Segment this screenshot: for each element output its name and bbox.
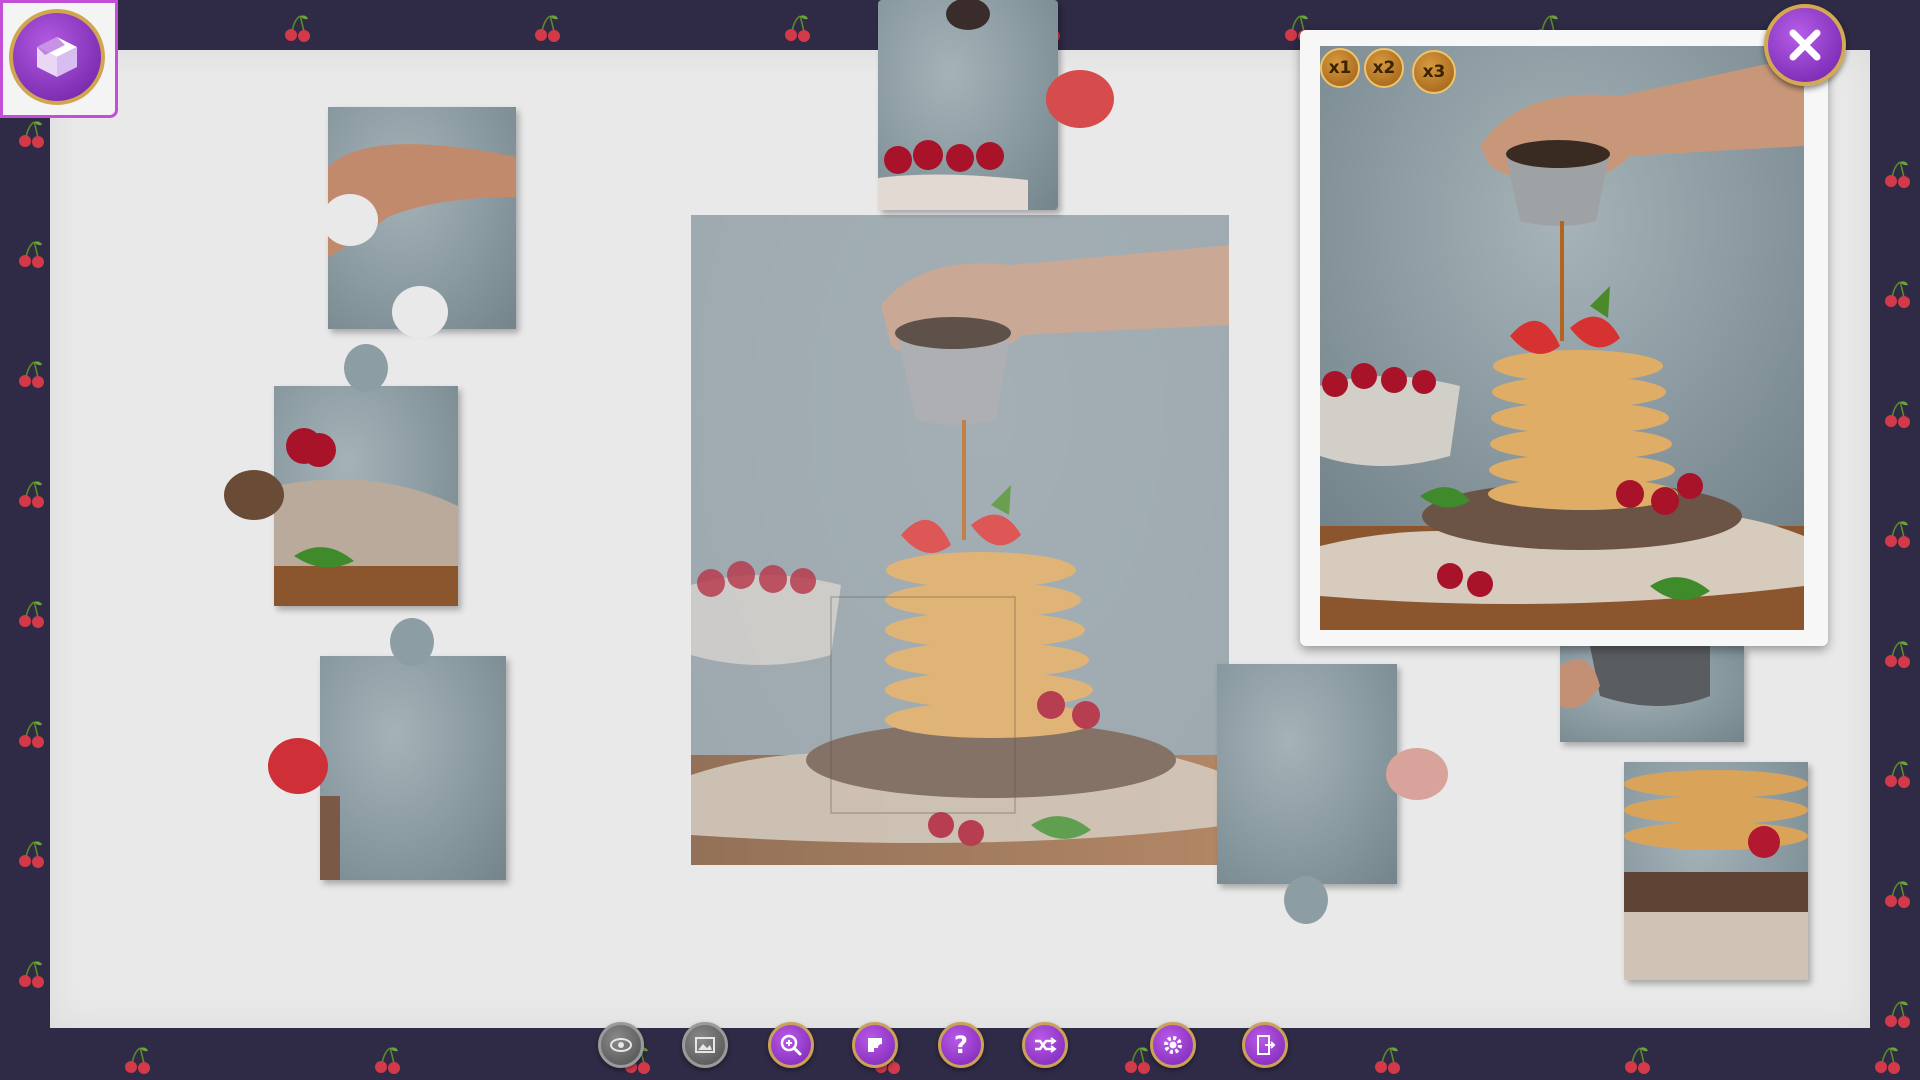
pieces-box-panel: [0, 0, 118, 118]
cherry-icon: [785, 15, 810, 42]
cherry-icon: [19, 601, 44, 628]
puzzle-piece[interactable]: [878, 0, 1058, 210]
eye-icon: [610, 1038, 632, 1052]
piece-image: [274, 428, 458, 606]
cherry-icon: [19, 481, 44, 508]
exit-button[interactable]: [1242, 1022, 1288, 1068]
cherry-icon: [1885, 641, 1910, 668]
assembled-puzzle[interactable]: [691, 215, 1229, 865]
cherry-icon: [1885, 401, 1910, 428]
cherry-icon: [1885, 521, 1910, 548]
pancake-preview-image: [1320, 46, 1804, 630]
cherry-icon: [1125, 1047, 1150, 1074]
settings-button[interactable]: [1150, 1022, 1196, 1068]
multiplier-x1-button[interactable]: x1: [1320, 48, 1360, 88]
edges-button[interactable]: [852, 1022, 898, 1068]
piece-image: [1560, 646, 1710, 709]
cherry-icon: [1875, 1047, 1900, 1074]
cherry-icon: [19, 361, 44, 388]
cherry-icon: [125, 1047, 150, 1074]
cherry-icon: [1885, 761, 1910, 788]
piece-knob: [1046, 70, 1114, 128]
puzzle-piece[interactable]: [1560, 646, 1744, 742]
cherry-icon: [1885, 881, 1910, 908]
shuffle-button[interactable]: [1022, 1022, 1068, 1068]
puzzle-piece[interactable]: [320, 656, 506, 880]
puzzle-piece[interactable]: [274, 386, 458, 606]
toggle-ghost-button[interactable]: [598, 1022, 644, 1068]
close-preview-button[interactable]: [1764, 4, 1846, 86]
cherry-icon: [1885, 161, 1910, 188]
cherry-icon: [1625, 1047, 1650, 1074]
toggle-background-button[interactable]: [682, 1022, 728, 1068]
piece-notch: [322, 194, 378, 246]
cherry-icon: [19, 121, 44, 148]
settings-icon: [1164, 1036, 1182, 1054]
piece-knob: [344, 344, 388, 392]
cherry-icon: [535, 15, 560, 42]
close-icon: [1789, 29, 1821, 61]
preview-panel: x1 x2 x3: [1300, 30, 1828, 646]
cherry-icon: [19, 721, 44, 748]
piece-knob: [1386, 748, 1448, 800]
zoom-button[interactable]: [768, 1022, 814, 1068]
piece-image: [1624, 770, 1808, 980]
piece-image: [878, 0, 1028, 210]
help-button[interactable]: ?: [938, 1022, 984, 1068]
zoom-icon: [780, 1034, 802, 1056]
shuffle-icon: [1035, 1037, 1057, 1053]
multiplier-x2-button[interactable]: x2: [1364, 48, 1404, 88]
cherry-icon: [1885, 281, 1910, 308]
cherry-icon: [285, 15, 310, 42]
edges-icon: [868, 1038, 882, 1052]
puzzle-piece[interactable]: [1624, 762, 1808, 980]
piece-knob: [1284, 876, 1328, 924]
cherry-icon: [1375, 1047, 1400, 1074]
cherry-icon: [19, 241, 44, 268]
piece-knob: [390, 618, 434, 666]
piece-image: [320, 796, 340, 880]
piece-knob: [224, 470, 284, 520]
puzzle-piece[interactable]: [1217, 664, 1397, 884]
image-icon: [695, 1037, 715, 1053]
cherry-icon: [375, 1047, 400, 1074]
piece-knob: [268, 738, 328, 794]
cherry-icon: [1885, 1001, 1910, 1028]
cherry-icon: [19, 961, 44, 988]
piece-notch: [392, 286, 448, 338]
preview-image: [1320, 46, 1804, 630]
pancake-stack-image: [691, 215, 1229, 865]
help-icon: ?: [954, 1031, 968, 1059]
box-icon: [37, 37, 77, 77]
exit-icon: [1257, 1035, 1276, 1055]
multiplier-x3-button[interactable]: x3: [1412, 50, 1456, 94]
pieces-box-button[interactable]: [9, 9, 105, 105]
cherry-icon: [19, 841, 44, 868]
